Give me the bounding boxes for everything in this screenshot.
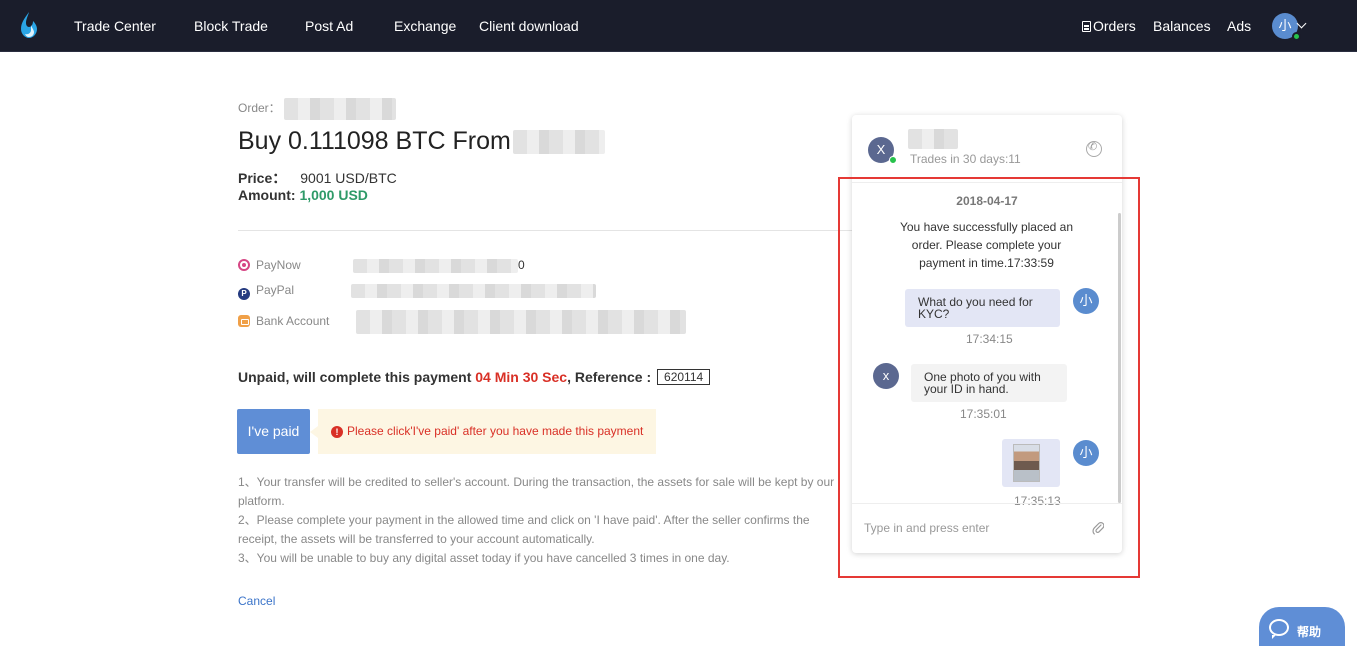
payment-status: Unpaid, will complete this payment 04 Mi…: [238, 369, 711, 385]
paperclip-icon[interactable]: [1092, 521, 1104, 535]
chat-scrollbar[interactable]: [1118, 213, 1121, 503]
divider: [238, 230, 853, 231]
reference-code: 620114: [657, 369, 711, 385]
payment-method-paypal: P PayPal: [238, 283, 596, 300]
instruction-item: 2、Please complete your payment in the al…: [238, 513, 810, 546]
instruction-item: 1、Your transfer will be credited to sell…: [238, 475, 835, 508]
nav-client-download[interactable]: Client download: [479, 18, 579, 34]
instruction-item: 3、You will be unable to buy any digital …: [238, 551, 730, 565]
my-avatar: 小: [1073, 440, 1099, 466]
order-label: Order：: [238, 101, 281, 116]
chat-header: X Trades in 30 days:11: [852, 115, 1122, 183]
redacted-seller-name: [512, 130, 605, 155]
reference-label: , Reference :: [567, 369, 652, 385]
top-navbar: Trade Center Block Trade Post Ad Exchang…: [0, 0, 1357, 52]
message-time: 17:34:15: [966, 332, 1013, 346]
nav-post-ad[interactable]: Post Ad: [305, 18, 353, 34]
bank-icon: [238, 315, 250, 328]
chevron-down-icon[interactable]: [1296, 18, 1307, 29]
payment-method-name: PayPal: [256, 283, 295, 297]
message-time: 17:35:01: [960, 407, 1007, 421]
logo-icon[interactable]: [18, 11, 40, 39]
chat-date: 2018-04-17: [956, 194, 1018, 208]
redacted-bank-account: [356, 310, 686, 334]
user-avatar-char: 小: [1278, 18, 1292, 33]
paypal-icon: P: [238, 288, 250, 300]
chat-input-area: [852, 503, 1122, 553]
payment-account-suffix: 0: [518, 258, 525, 272]
chat-panel: X Trades in 30 days:11 2018-04-17 You ha…: [852, 115, 1122, 553]
redacted-order-id: [284, 98, 397, 120]
orders-icon: [1082, 21, 1091, 32]
order-id-row: Order：: [238, 98, 397, 120]
counterparty-initial: X: [876, 142, 886, 157]
page-title: Buy 0.111098 BTC From: [238, 127, 605, 156]
user-avatar[interactable]: 小: [1272, 13, 1301, 41]
online-indicator: [1292, 32, 1301, 41]
chat-bubble-icon: [1269, 619, 1289, 639]
nav-exchange[interactable]: Exchange: [394, 18, 456, 34]
payment-method-name: PayNow: [256, 258, 301, 272]
nav-block-trade[interactable]: Block Trade: [194, 18, 268, 34]
help-label: 帮助: [1297, 625, 1322, 639]
ive-paid-button[interactable]: I've paid: [237, 409, 310, 454]
nav-orders[interactable]: Orders: [1082, 18, 1136, 34]
notice-text: Please click'I've paid' after you have m…: [347, 424, 644, 438]
nav-balances[interactable]: Balances: [1153, 18, 1211, 34]
amount-row: Amount: 1,000 USD: [238, 187, 368, 203]
amount-label: Amount:: [238, 187, 296, 203]
nav-ads[interactable]: Ads: [1227, 18, 1251, 34]
chat-message-theirs: One photo of you with your ID in hand.: [911, 364, 1067, 402]
chat-message-mine: What do you need for KYC?: [905, 289, 1060, 327]
my-avatar: 小: [1073, 288, 1099, 314]
payment-method-name: Bank Account: [256, 314, 330, 329]
price-row: Price： 9001 USD/BTC: [238, 168, 397, 188]
instructions: 1、Your transfer will be credited to sell…: [238, 473, 843, 568]
warning-icon: !: [331, 426, 343, 438]
system-message: You have successfully placed an order. P…: [899, 220, 1073, 270]
counterparty-avatar-small: x: [873, 363, 899, 389]
chat-input[interactable]: [864, 516, 1084, 540]
status-prefix: Unpaid, will complete this payment: [238, 369, 472, 385]
price-label: Price：: [238, 170, 287, 186]
chat-image-message[interactable]: [1002, 439, 1060, 487]
trades-count: Trades in 30 days:11: [910, 152, 1021, 166]
page-title-text: Buy 0.111098 BTC From: [238, 127, 511, 155]
paynow-icon: [238, 259, 250, 271]
photo-thumbnail[interactable]: [1013, 444, 1040, 482]
help-button[interactable]: 帮助: [1259, 607, 1345, 646]
nav-trade-center[interactable]: Trade Center: [74, 18, 156, 34]
redacted-paynow-account: [353, 258, 518, 273]
nav-orders-label: Orders: [1093, 18, 1136, 34]
cancel-link[interactable]: Cancel: [238, 594, 275, 608]
phone-icon[interactable]: [1086, 140, 1102, 157]
amount-value: 1,000 USD: [299, 187, 368, 203]
price-value: 9001 USD/BTC: [300, 170, 397, 186]
chat-messages[interactable]: 2018-04-17 You have successfully placed …: [852, 183, 1122, 508]
payment-method-bank: Bank Account: [238, 310, 686, 334]
countdown-timer: 04 Min 30 Sec: [475, 369, 568, 385]
payment-notice: ! Please click'I've paid' after you have …: [310, 409, 656, 454]
online-indicator: [889, 156, 897, 164]
counterparty-avatar[interactable]: X: [868, 137, 897, 164]
redacted-paypal-account: [351, 283, 596, 298]
payment-method-paynow: PayNow 0: [238, 258, 525, 273]
redacted-counterparty-name: [908, 129, 958, 149]
